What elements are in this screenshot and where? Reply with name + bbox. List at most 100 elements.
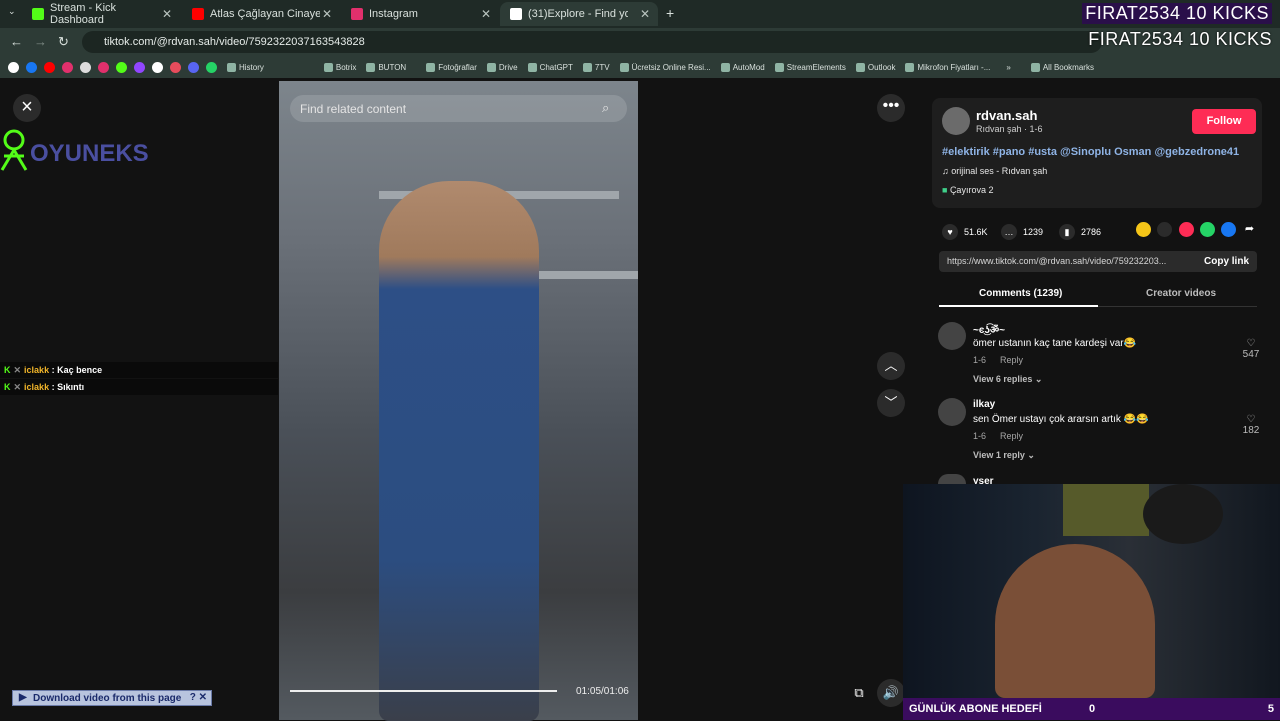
avatar[interactable] (942, 107, 970, 135)
close-tab-icon[interactable]: ✕ (162, 7, 172, 21)
bookmark-botrix[interactable]: Botrix (323, 62, 357, 72)
all-bookmarks[interactable]: All Bookmarks (1030, 62, 1094, 72)
google-icon[interactable] (8, 61, 19, 73)
caption-tags[interactable]: #elektirik #pano #usta @Sinoplu Osman @g… (942, 146, 1239, 158)
twitch-icon[interactable] (134, 61, 145, 73)
bookmark-drive[interactable]: Drive (486, 62, 518, 72)
follow-button[interactable]: Follow (1192, 109, 1256, 134)
tab-kick-dashboard[interactable]: Stream - Kick Dashboard ✕ (22, 2, 180, 26)
bookmark-chatgpt[interactable]: ChatGPT (527, 62, 573, 72)
tab-title: (31)Explore - Find your fav (528, 8, 628, 20)
share-icon[interactable]: ➦ (1242, 222, 1257, 237)
bookmark-resim[interactable]: Ücretsiz Online Resi... (619, 62, 711, 72)
comment-username[interactable]: ~ͼ͜ʖ͡ॐ~ (973, 322, 1005, 336)
tab-list-icon[interactable]: ⌄ (8, 6, 16, 17)
forward-icon[interactable]: → (34, 34, 47, 49)
comment-like[interactable]: ♡ 547 (1240, 338, 1262, 360)
previous-video-button[interactable]: ︿ (877, 352, 905, 380)
repost-icon[interactable] (1136, 222, 1151, 237)
bookmark-icon (527, 62, 537, 72)
subscriber-goal-bar: GÜNLÜK ABONE HEDEFİ 0 5 (903, 698, 1280, 720)
bookmark-buton[interactable]: BUTON (366, 62, 406, 72)
send-icon[interactable] (1179, 222, 1194, 237)
reply-button[interactable]: Reply (1000, 431, 1023, 441)
back-icon[interactable]: ← (10, 34, 23, 49)
tab-comments[interactable]: Comments (1239) (979, 288, 1062, 299)
bookmark-label: Botrix (335, 62, 357, 72)
comment-text: ömer ustanın kaç tane kardeşi var😂 (973, 338, 1137, 349)
bookmark-history[interactable]: History (227, 62, 264, 72)
bookmark-streamelements[interactable]: StreamElements (774, 62, 846, 72)
avatar[interactable] (938, 322, 966, 350)
more-bookmarks-icon[interactable]: » (1006, 63, 1010, 72)
facebook-icon[interactable] (26, 61, 37, 73)
location-icon: ■ (942, 185, 950, 195)
url-field[interactable]: tiktok.com/@rdvan.sah/video/759232203716… (82, 31, 1102, 53)
goal-current: 0 (1089, 703, 1096, 715)
copy-link-button[interactable]: Copy link (1204, 256, 1249, 267)
bookmark-fotograflar[interactable]: Fotoğraflar (426, 62, 477, 72)
search-icon[interactable]: ⌕ (602, 100, 609, 116)
author-username[interactable]: rdvan.sah (976, 108, 1037, 123)
video-progress-bar[interactable] (290, 690, 557, 692)
youtube-icon[interactable] (44, 61, 55, 73)
close-tab-icon[interactable]: ✕ (322, 7, 332, 21)
bookmark-icon (323, 62, 333, 72)
dartboard-graphic (1143, 484, 1223, 544)
help-close-icons[interactable]: ? ✕ (190, 692, 207, 703)
comment-like[interactable]: ♡ 182 (1240, 414, 1262, 436)
discord-icon[interactable] (188, 61, 199, 73)
close-tab-icon[interactable]: ✕ (640, 7, 650, 21)
comment-username[interactable]: ilkay (973, 399, 995, 410)
avatar[interactable] (938, 474, 966, 484)
bookmark-7tv[interactable]: 7TV (582, 62, 610, 72)
more-options-button[interactable]: ••• (877, 94, 905, 122)
bookmark-outlook[interactable]: Outlook (855, 62, 895, 72)
bookmark-label: History (239, 62, 264, 72)
tab-tiktok[interactable]: (31)Explore - Find your fav ✕ (500, 2, 658, 26)
comment-stat[interactable]: … 1239 (1001, 224, 1043, 240)
tiktok-icon (510, 8, 522, 20)
x-icon: ✕ (13, 365, 22, 375)
reply-button[interactable]: Reply (1000, 355, 1023, 365)
whatsapp-icon[interactable] (206, 61, 217, 73)
sound-label[interactable]: ♫ orijinal ses - Rıdvan şah (942, 166, 1047, 176)
bookmark-icon-row (0, 61, 217, 73)
bookmark-mikrofon[interactable]: Mikrofon Fiyatları -... (905, 62, 990, 72)
tab-creator-videos[interactable]: Creator videos (1146, 288, 1216, 299)
comment-date: 1-6 (973, 431, 987, 441)
new-tab-icon[interactable]: + (666, 5, 674, 21)
download-video-button[interactable]: ▶ Download video from this page ? ✕ (12, 690, 212, 706)
close-tab-icon[interactable]: ✕ (481, 7, 491, 21)
video-player[interactable] (279, 81, 638, 721)
sound-text: orijinal ses - Rıdvan şah (951, 166, 1048, 176)
close-video-button[interactable]: × (13, 94, 41, 122)
bookmark-automod[interactable]: AutoMod (720, 62, 765, 72)
instagram-icon (351, 8, 363, 20)
location-tag[interactable]: ■ Çayırova 2 (942, 185, 993, 195)
view-replies-button[interactable]: View 1 reply ⌄ (973, 450, 1035, 461)
search-input[interactable]: Find related content (290, 95, 627, 122)
next-video-button[interactable]: ﹀ (877, 389, 905, 417)
embed-icon[interactable] (1157, 222, 1172, 237)
avatar[interactable] (938, 398, 966, 426)
tiktok-icon[interactable] (152, 61, 163, 73)
app-icon[interactable] (170, 61, 181, 73)
x-icon[interactable] (80, 61, 91, 73)
instagram-icon[interactable] (62, 61, 73, 73)
facebook-icon[interactable] (1221, 222, 1236, 237)
instagram-icon[interactable] (98, 61, 109, 73)
volume-icon[interactable]: 🔊 (877, 679, 905, 707)
kick-alert-overlay: FIRAT2534 10 KICKS (1082, 3, 1272, 24)
tab-instagram[interactable]: Instagram ✕ (341, 2, 499, 26)
save-stat[interactable]: ▮ 2786 (1059, 224, 1101, 240)
pip-icon[interactable]: ⧉ (845, 679, 873, 707)
like-stat[interactable]: ♥ 51.6K (942, 224, 988, 240)
download-label: Download video from this page (33, 693, 182, 704)
kick-icon[interactable] (116, 61, 127, 73)
reload-icon[interactable]: ↻ (58, 34, 69, 50)
whatsapp-icon[interactable] (1200, 222, 1215, 237)
view-replies-button[interactable]: View 6 replies ⌄ (973, 374, 1042, 385)
bookmark-icon (366, 62, 376, 72)
tab-youtube[interactable]: Atlas Çağlayan Cinayetinde Tel ✕ (182, 2, 340, 26)
